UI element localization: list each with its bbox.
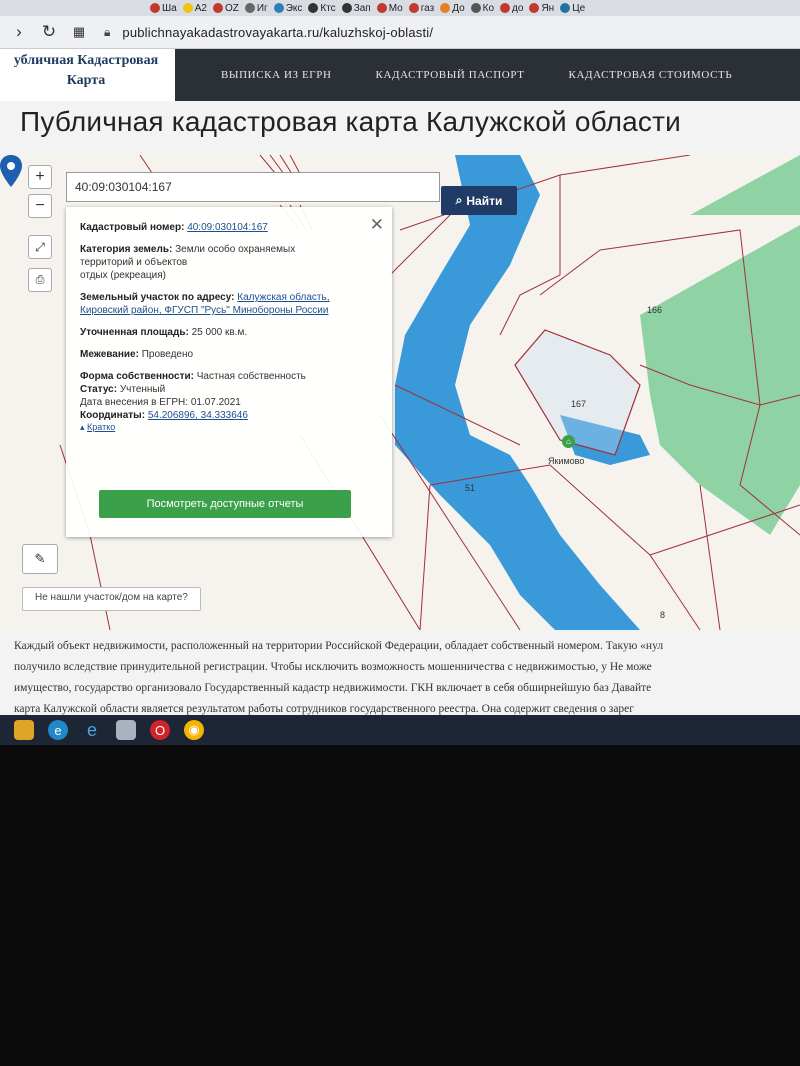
search-icon: ⌕ — [455, 193, 463, 207]
bookmark[interactable]: А2 — [182, 3, 207, 14]
bookmark[interactable]: Це — [560, 3, 585, 14]
opera-icon[interactable]: O — [150, 720, 170, 740]
view-reports-button[interactable]: Посмотреть доступные отчеты — [99, 490, 351, 518]
file-explorer-icon[interactable] — [14, 720, 34, 740]
zoom-out-button[interactable]: − — [28, 194, 52, 218]
ownership-value: Частная собственность — [196, 371, 306, 382]
apps-grid-icon[interactable]: ▦ — [68, 24, 90, 40]
area-value: 25 000 кв.м. — [191, 327, 248, 338]
map-pin-icon[interactable] — [0, 155, 22, 187]
parcel-label-166: 166 — [647, 305, 663, 315]
lock-icon: 🔒︎ — [104, 24, 111, 39]
bookmark[interactable]: До — [440, 3, 465, 14]
reload-icon[interactable]: ↻ — [38, 22, 60, 42]
parcel-label-8: 8 — [660, 610, 666, 620]
coordinates-label: Координаты: — [80, 410, 146, 421]
parcel-info-popup: ✕ Кадастровый номер: 40:09:030104:167 Ка… — [66, 207, 392, 537]
area-row: Уточненная площадь: 25 000 кв.м. — [80, 326, 378, 339]
status-row: Статус: Учтенный — [80, 383, 378, 396]
pencil-icon[interactable]: ✎ — [22, 544, 58, 574]
cadastral-number-row: Кадастровый номер: 40:09:030104:167 — [80, 221, 378, 234]
site-header: убличная Кадастровая Карта ВЫПИСКА ИЗ ЕГ… — [0, 49, 800, 101]
bookmark[interactable]: OZ — [212, 3, 239, 14]
bookmark[interactable]: Ша — [150, 3, 177, 14]
poi-icon: ⌂ — [562, 435, 575, 448]
bookmark[interactable]: газ — [408, 3, 434, 14]
logo-line-1: убличная Кадастровая — [13, 53, 159, 68]
app-icon[interactable] — [116, 720, 136, 740]
bookmark[interactable]: Ян — [529, 3, 554, 14]
site-logo[interactable]: убличная Кадастровая Карта — [0, 51, 172, 97]
fullscreen-icon[interactable]: ⤢ — [28, 235, 52, 259]
bookmark[interactable]: Экс — [273, 3, 302, 14]
address-bar: › ↻ ▦ 🔒︎ publichnayakadastrovayakarta.ru… — [0, 16, 800, 49]
bookmark[interactable]: Иг — [244, 3, 268, 14]
zoom-in-button[interactable]: + — [28, 165, 52, 189]
search-button[interactable]: ⌕ Найти — [441, 186, 517, 215]
article-line: Каждый объект недвижимости, расположенны… — [14, 640, 664, 652]
cadastral-number-label: Кадастровый номер: — [80, 222, 185, 233]
egrn-date-row: Дата внесения в ЕГРН: 01.07.2021 — [80, 396, 378, 409]
parcel-label-51: 51 — [465, 483, 476, 493]
ownership-row: Форма собственности: Частная собственнос… — [80, 370, 378, 383]
land-category-value: отдых (рекреация) — [80, 270, 166, 281]
cadastral-number-link[interactable]: 40:09:030104:167 — [187, 222, 268, 233]
place-label-yakimovo: Якимово — [548, 456, 585, 466]
article-line: имущество, государство организовало Госу… — [14, 682, 652, 694]
coordinates-row: Координаты: 54.206896, 34.333646 — [80, 409, 378, 422]
parcel-label-167: 167 — [571, 399, 587, 409]
survey-row: Межевание: Проведено — [80, 348, 378, 361]
page-title: Публичная кадастровая карта Калужской об… — [20, 106, 681, 137]
status-label: Статус: — [80, 384, 118, 395]
survey-label: Межевание: — [80, 349, 139, 360]
search-button-label: Найти — [466, 193, 503, 208]
os-taskbar: e e O ◉ — [0, 715, 800, 745]
bookmark[interactable]: Ктс — [308, 3, 336, 14]
survey-value: Проведено — [141, 349, 194, 360]
bookmark[interactable]: до — [500, 3, 523, 14]
article-line: получило вследствие принудительной регис… — [14, 661, 652, 673]
browser-screen: Ша А2 OZ Иг Экс Ктс Зап Мо газ До Ко до … — [0, 0, 800, 745]
forest-area — [640, 225, 800, 535]
internet-explorer-icon[interactable]: e — [82, 720, 102, 740]
close-icon[interactable]: ✕ — [370, 215, 384, 235]
land-category-value: территорий и объектов — [80, 257, 188, 268]
bookmark[interactable]: Зап — [341, 3, 371, 14]
print-icon[interactable]: ⎙ — [28, 268, 52, 292]
nav-cadastral-value[interactable]: КАДАСТРОВАЯ СТОИМОСТЬ — [569, 69, 733, 81]
egrn-date-value: 01.07.2021 — [190, 397, 241, 408]
top-nav: ВЫПИСКА ИЗ ЕГРН КАДАСТРОВЫЙ ПАСПОРТ КАДА… — [175, 49, 800, 101]
address-row: Земельный участок по адресу: Калужская о… — [80, 291, 378, 317]
status-value: Учтенный — [119, 384, 166, 395]
address-link[interactable]: Калужская область, — [237, 292, 329, 303]
land-category-label: Категория земель: — [80, 244, 173, 255]
collapse-link-label: Кратко — [87, 422, 116, 432]
address-link[interactable]: Кировский район, ФГУСП "Русь" Минобороны… — [80, 305, 328, 316]
ownership-label: Форма собственности: — [80, 371, 194, 382]
search-input[interactable]: 40:09:030104:167 — [66, 172, 440, 202]
forest-area — [690, 155, 800, 215]
edge-icon[interactable]: e — [48, 720, 68, 740]
bookmarks-bar: Ша А2 OZ Иг Экс Ктс Зап Мо газ До Ко до … — [0, 0, 800, 16]
land-category-row: Категория земель: Земли особо охраняемых… — [80, 243, 378, 282]
bookmark[interactable]: Ко — [470, 3, 494, 14]
coordinates-link[interactable]: 54.206896, 34.333646 — [148, 410, 248, 421]
parcel-167[interactable] — [514, 329, 641, 456]
logo-line-2: Карта — [66, 73, 106, 88]
nav-cadastral-passport[interactable]: КАДАСТРОВЫЙ ПАСПОРТ — [376, 69, 525, 81]
article-text: Каждый объект недвижимости, расположенны… — [14, 636, 800, 720]
area-label: Уточненная площадь: — [80, 327, 189, 338]
chrome-icon[interactable]: ◉ — [184, 720, 204, 740]
caret-up-icon: ▴ — [80, 422, 85, 432]
bookmark[interactable]: Мо — [376, 3, 403, 14]
land-category-value: Земли особо охраняемых — [175, 244, 296, 255]
not-found-button[interactable]: Не нашли участок/дом на карте? — [22, 587, 201, 611]
address-label: Земельный участок по адресу: — [80, 292, 235, 303]
collapse-link[interactable]: ▴ Кратко — [80, 422, 378, 433]
url-field[interactable]: publichnayakadastrovayakarta.ru/kaluzhsk… — [122, 25, 433, 40]
nav-egrn-extract[interactable]: ВЫПИСКА ИЗ ЕГРН — [221, 69, 332, 81]
cadastral-map[interactable]: + − ⤢ ⎙ 40:09:030104:167 ⌕ Найти ✕ Кадас… — [0, 155, 800, 630]
egrn-date-label: Дата внесения в ЕГРН: — [80, 397, 189, 408]
forward-icon[interactable]: › — [8, 22, 30, 42]
